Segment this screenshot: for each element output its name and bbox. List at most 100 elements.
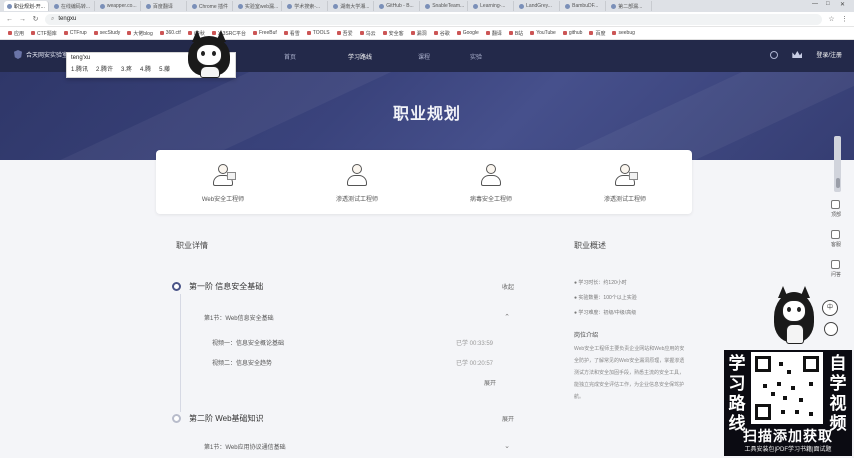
bookmark-item[interactable]: FreeBuf: [252, 30, 277, 36]
browser-tab[interactable]: 湖南大学湘...: [330, 1, 375, 11]
bookmark-icon: [410, 31, 415, 35]
shield-icon: [14, 50, 22, 59]
promo-cta: 扫描添加获取: [743, 428, 833, 444]
bookmark-item[interactable]: Google: [456, 30, 479, 36]
nav-courses[interactable]: 课程: [418, 52, 430, 61]
chevron-up-icon[interactable]: ⌃: [504, 313, 510, 321]
bookmark-label: 安全客: [388, 30, 404, 37]
bookmark-item[interactable]: github: [562, 30, 582, 36]
browser-tab[interactable]: 学术搜索-...: [284, 1, 329, 11]
vip-crown-icon[interactable]: [792, 51, 803, 58]
bookmark-item[interactable]: YouTube: [530, 30, 556, 36]
promo-qr-block[interactable]: 学 习 路 线 自 学 视 频 扫描添加获取 工具安装包|PDF学习书籍|面试题: [724, 350, 852, 456]
login-button[interactable]: 登录/注册: [816, 50, 842, 59]
browser-tab[interactable]: 实验室web漏...: [235, 1, 283, 11]
faq-button[interactable]: 问答: [831, 260, 841, 278]
bookmark-icon: [252, 31, 257, 35]
browser-tab[interactable]: 在线编码转...: [51, 1, 95, 11]
ime-candidate[interactable]: 1.腾讯: [71, 64, 88, 73]
career-card[interactable]: Web安全工程师: [173, 162, 273, 203]
career-card[interactable]: 渗透测试工程师: [575, 162, 675, 203]
ime-candidate[interactable]: 5.藤: [159, 64, 170, 73]
bookmark-item[interactable]: 安全客: [382, 30, 404, 37]
collapse-button[interactable]: 收起: [502, 282, 514, 291]
bookmark-item[interactable]: secStudy: [93, 30, 120, 36]
mascot-sticker: [774, 286, 822, 348]
stage-row[interactable]: 第二阶 Web基础知识 展开: [172, 413, 522, 424]
stage-row[interactable]: 第一阶 信息安全基础 收起: [172, 281, 522, 292]
bookmark-item[interactable]: 吾爱: [336, 30, 353, 37]
site-logo[interactable]: 合天网安实验室: [14, 50, 68, 59]
bookmark-item[interactable]: 应用: [8, 30, 24, 37]
browser-tab-title: BambuDF...: [572, 3, 599, 9]
bookmark-item[interactable]: B站: [508, 30, 523, 37]
ime-candidate[interactable]: 4.腾: [140, 64, 151, 73]
bookmark-label: 吾爱: [342, 30, 353, 37]
url-input[interactable]: ⌕ tengxu: [45, 13, 822, 25]
browser-tab[interactable]: GitHub - B...: [376, 1, 421, 11]
expand-more-button[interactable]: 展开: [484, 378, 496, 387]
bookmark-item[interactable]: 360.ctf: [159, 30, 181, 36]
maximize-icon[interactable]: □: [826, 1, 830, 7]
browser-tab[interactable]: BambuDF...: [562, 1, 607, 11]
promo-char: 习: [728, 374, 746, 393]
promo-char: 学: [829, 374, 847, 393]
bookmark-item[interactable]: 谷歌: [433, 30, 450, 37]
reload-icon[interactable]: ↻: [32, 15, 39, 23]
video-row[interactable]: 视频二：信息安全趋势 已学 00:20:57: [212, 358, 526, 367]
nav-labs[interactable]: 实验: [470, 52, 482, 61]
bookmark-item[interactable]: CTFrup: [63, 30, 87, 36]
nav-home[interactable]: 首页: [284, 52, 296, 61]
bookmark-item[interactable]: 乌云: [359, 30, 376, 37]
career-card[interactable]: 渗透测试工程师: [307, 162, 407, 203]
browser-tab-title: 第二部漏...: [618, 3, 643, 10]
bookmark-item[interactable]: TOOLS: [306, 30, 330, 36]
nav-learning-path[interactable]: 学习路线: [348, 52, 372, 61]
career-card[interactable]: 病毒安全工程师: [441, 162, 541, 203]
bookmark-icon: [485, 31, 490, 35]
browser-tab[interactable]: 职业规划-开...: [4, 1, 49, 11]
browser-tab[interactable]: weapper.co...: [97, 1, 141, 11]
browser-tab-title: 湖南大学湘...: [340, 3, 370, 10]
ime-candidate[interactable]: 3.疼: [121, 64, 132, 73]
bookmark-label: 百度: [595, 30, 606, 37]
forward-icon[interactable]: →: [19, 16, 26, 23]
stage-name: 第二阶 Web基础知识: [189, 414, 264, 423]
lesson-row[interactable]: 第1节：Web信息安全基础 ⌃: [204, 313, 526, 322]
bookmark-item[interactable]: 看雪: [283, 30, 300, 37]
close-icon[interactable]: ✕: [840, 1, 845, 8]
support-button[interactable]: 客服: [831, 230, 841, 248]
bookmark-item[interactable]: seebug: [612, 30, 635, 36]
menu-icon[interactable]: ⋮: [841, 15, 848, 23]
video-row[interactable]: 视频一：信息安全概论基础 已学 00:33:59: [212, 338, 526, 347]
chevron-down-icon[interactable]: ⌄: [504, 442, 510, 450]
bookmark-label: 360.ctf: [165, 30, 181, 36]
lesson-row[interactable]: 第1节：Web应用协议通信基础 ⌄: [204, 442, 526, 451]
favicon-icon: [333, 3, 339, 9]
star-icon[interactable]: ☆: [828, 15, 835, 23]
browser-tab[interactable]: LandGrey...: [516, 1, 561, 11]
expand-button[interactable]: 展开: [502, 414, 514, 423]
bookmark-item[interactable]: 百度: [589, 30, 605, 37]
bookmark-icon: [306, 31, 311, 35]
bookmark-item[interactable]: 大佬blog: [127, 30, 153, 37]
back-to-top-button[interactable]: 顶部: [831, 200, 841, 218]
bookmark-label: TOOLS: [312, 30, 330, 36]
bookmark-item[interactable]: 漏洞: [410, 30, 427, 37]
bookmark-item[interactable]: 翻译: [485, 30, 502, 37]
bookmark-item[interactable]: CTF题库: [31, 30, 57, 37]
browser-tab[interactable]: 百度翻译: [143, 1, 187, 11]
scrollbar-thumb[interactable]: [836, 178, 840, 188]
browser-tab[interactable]: Chrome 插件: [189, 1, 233, 11]
video-title: 视频一：信息安全概论基础: [212, 341, 285, 347]
search-icon[interactable]: [770, 50, 779, 59]
overview-row: ● 学习难度：初级/中级/高级: [574, 310, 637, 316]
ime-candidate[interactable]: 2.腾许: [96, 64, 113, 73]
back-icon[interactable]: ←: [6, 16, 13, 23]
minimize-icon[interactable]: —: [812, 1, 818, 7]
browser-tab[interactable]: 第二部漏...: [608, 1, 653, 11]
browser-tab[interactable]: Learning-...: [470, 1, 515, 11]
analyst-icon: [478, 162, 504, 188]
browser-tab[interactable]: SnableTeam...: [422, 1, 469, 11]
timeline-dot-icon: [172, 282, 181, 291]
